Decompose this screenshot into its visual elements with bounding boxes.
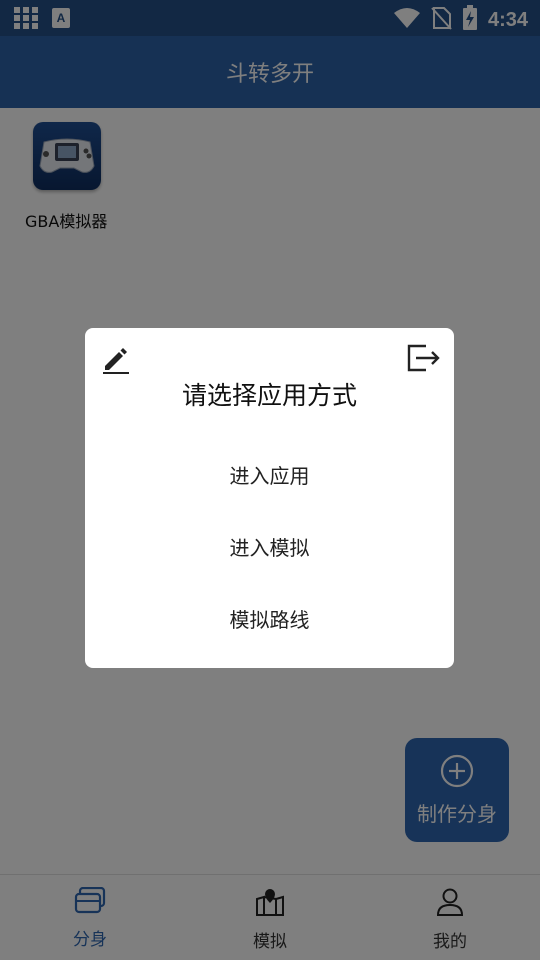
enter-app-button[interactable]: 进入应用 [85,446,454,502]
enter-simulation-button[interactable]: 进入模拟 [85,518,454,574]
logout-icon[interactable] [406,342,442,374]
dialog-title: 请选择应用方式 [181,381,357,410]
pencil-icon[interactable] [101,344,131,374]
launch-mode-dialog: 请选择应用方式 进入应用 进入模拟 模拟路线 [85,328,454,668]
simulate-route-button[interactable]: 模拟路线 [85,590,454,646]
